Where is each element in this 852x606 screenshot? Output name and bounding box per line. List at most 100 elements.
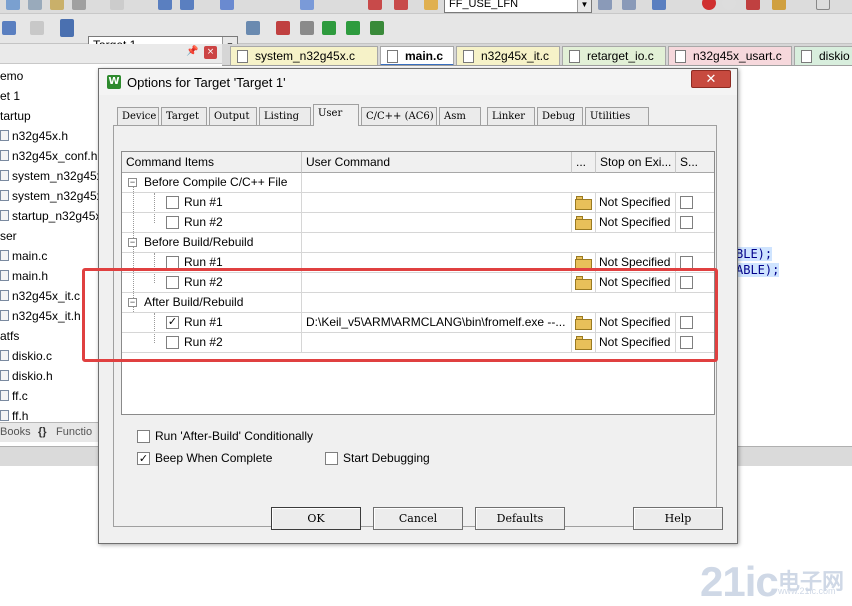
start-debugging-checkbox[interactable] (325, 452, 338, 465)
tree-item[interactable]: main.h (0, 268, 48, 284)
tab-listing[interactable]: Listing (259, 107, 311, 126)
code-line: BLE); (736, 247, 773, 261)
tree-item[interactable]: ser (0, 228, 17, 244)
tab-device[interactable]: Device (117, 107, 159, 126)
run-cell: Run #1 (122, 193, 302, 213)
tree-item[interactable]: system_n32g45x (0, 168, 103, 184)
file-extensions-icon[interactable] (300, 21, 314, 35)
tab-diskio[interactable]: diskio (794, 46, 852, 65)
build-icon[interactable] (2, 21, 16, 35)
tools-icon[interactable] (772, 0, 786, 10)
tree-item[interactable]: ff.c (0, 388, 28, 404)
tree-item[interactable]: main.c (0, 248, 47, 264)
s-checkbox[interactable] (680, 196, 693, 209)
copy-icon[interactable] (50, 0, 64, 10)
load-icon[interactable] (60, 19, 74, 37)
folder-icon[interactable] (575, 196, 593, 210)
tab-debug[interactable]: Debug (537, 107, 583, 126)
user-command-field[interactable] (302, 213, 572, 233)
tab-n32g45x-usart-c[interactable]: n32g45x_usart.c (668, 46, 792, 65)
tree-item[interactable]: n32g45x_it.h (0, 308, 81, 324)
tree-item[interactable]: diskio.c (0, 348, 52, 364)
beep-checkbox[interactable]: ✓ (137, 452, 150, 465)
window-icon[interactable] (816, 0, 830, 10)
tab-asm[interactable]: Asm (439, 107, 481, 126)
close-button[interactable]: ✕ (691, 70, 731, 88)
indent-icon[interactable] (300, 0, 314, 10)
tree-item[interactable]: n32g45x_conf.h (0, 148, 97, 164)
pack-installer-icon[interactable] (346, 21, 360, 35)
manage-components-icon[interactable] (276, 21, 290, 35)
bookmark-icon[interactable] (220, 0, 234, 10)
run-checkbox[interactable] (166, 196, 179, 209)
column-header-browse[interactable]: ... (572, 152, 596, 173)
column-header-s[interactable]: S... (676, 152, 714, 173)
undo-icon[interactable] (110, 0, 124, 10)
tab-output[interactable]: Output (209, 107, 257, 126)
tab-linker[interactable]: Linker (487, 107, 535, 126)
target-options-icon[interactable] (246, 21, 260, 35)
tab-n32g45x-it-c[interactable]: n32g45x_it.c (456, 46, 560, 65)
replace-icon[interactable] (622, 0, 636, 10)
column-header-stop-on-exit[interactable]: Stop on Exi... (596, 152, 676, 173)
toolbar-icon[interactable] (6, 0, 20, 10)
tab-target[interactable]: Target (161, 107, 207, 126)
comment-icon[interactable] (394, 0, 408, 10)
find-in-files-icon[interactable] (424, 0, 438, 10)
tab-utilities[interactable]: Utilities (585, 107, 649, 126)
tab-books[interactable]: Books (0, 426, 31, 438)
after-build-conditional-label: Run 'After-Build' Conditionally (155, 429, 313, 443)
run-checkbox[interactable] (166, 216, 179, 229)
debug-icon[interactable] (702, 0, 716, 10)
find-icon[interactable] (598, 0, 612, 10)
file-icon (0, 150, 9, 161)
select-pack-icon[interactable] (370, 21, 384, 35)
ok-button[interactable]: OK (271, 507, 361, 530)
run-environment-icon[interactable] (322, 21, 336, 35)
close-icon[interactable]: × (204, 46, 217, 59)
help-button[interactable]: Help (633, 507, 723, 530)
tab-main-c[interactable]: main.c (380, 46, 454, 65)
s-checkbox[interactable] (680, 216, 693, 229)
paste-icon[interactable] (72, 0, 86, 10)
stop-on-exit-value[interactable]: Not Specified (596, 213, 676, 233)
folder-icon[interactable] (575, 216, 593, 230)
nav-back-icon[interactable] (158, 0, 172, 10)
tab-retarget-io-c[interactable]: retarget_io.c (562, 46, 666, 65)
tree-item[interactable]: et 1 (0, 88, 20, 104)
tab-user[interactable]: User (313, 104, 359, 126)
cancel-button[interactable]: Cancel (373, 507, 463, 530)
highlight-annotation (82, 268, 718, 362)
after-build-conditional-checkbox[interactable] (137, 430, 150, 443)
tab-system-n32g45x-c[interactable]: system_n32g45x.c (230, 46, 378, 65)
tab-functions[interactable]: Functio (56, 426, 92, 438)
cut-icon[interactable] (28, 0, 42, 10)
breakpoint-icon[interactable] (722, 0, 736, 10)
tree-item[interactable]: n32g45x_it.c (0, 288, 80, 304)
stop-on-exit-value[interactable]: Not Specified (596, 193, 676, 213)
tree-item[interactable]: diskio.h (0, 368, 53, 384)
collapse-icon[interactable]: − (128, 178, 137, 187)
tree-item[interactable]: n32g45x.h (0, 128, 68, 144)
tree-item[interactable]: startup_n32g45x (0, 208, 101, 224)
file-icon (569, 50, 580, 63)
defaults-button[interactable]: Defaults (475, 507, 565, 530)
pin-icon[interactable]: 📌 (186, 46, 198, 57)
clear-bookmarks-icon[interactable] (368, 0, 382, 10)
find-combo[interactable]: FF_USE_LFN ▼ (444, 0, 592, 13)
tree-item[interactable]: atfs (0, 328, 19, 344)
tab-c-cpp[interactable]: C/C++ (AC6) (361, 107, 437, 126)
user-command-field[interactable] (302, 193, 572, 213)
zoom-icon[interactable] (652, 0, 666, 10)
column-header-user-command[interactable]: User Command (302, 152, 572, 173)
batch-build-icon[interactable] (30, 21, 44, 35)
tree-item[interactable]: system_n32g45x (0, 188, 103, 204)
group-filler (302, 233, 714, 253)
group-label: Before Build/Rebuild (144, 235, 254, 249)
collapse-icon[interactable]: − (128, 238, 137, 247)
nav-forward-icon[interactable] (180, 0, 194, 10)
tree-item[interactable]: tartup (0, 108, 31, 124)
breakpoint-kill-icon[interactable] (746, 0, 760, 10)
column-header-command-items[interactable]: Command Items (122, 152, 302, 173)
tree-item[interactable]: emo (0, 68, 23, 84)
